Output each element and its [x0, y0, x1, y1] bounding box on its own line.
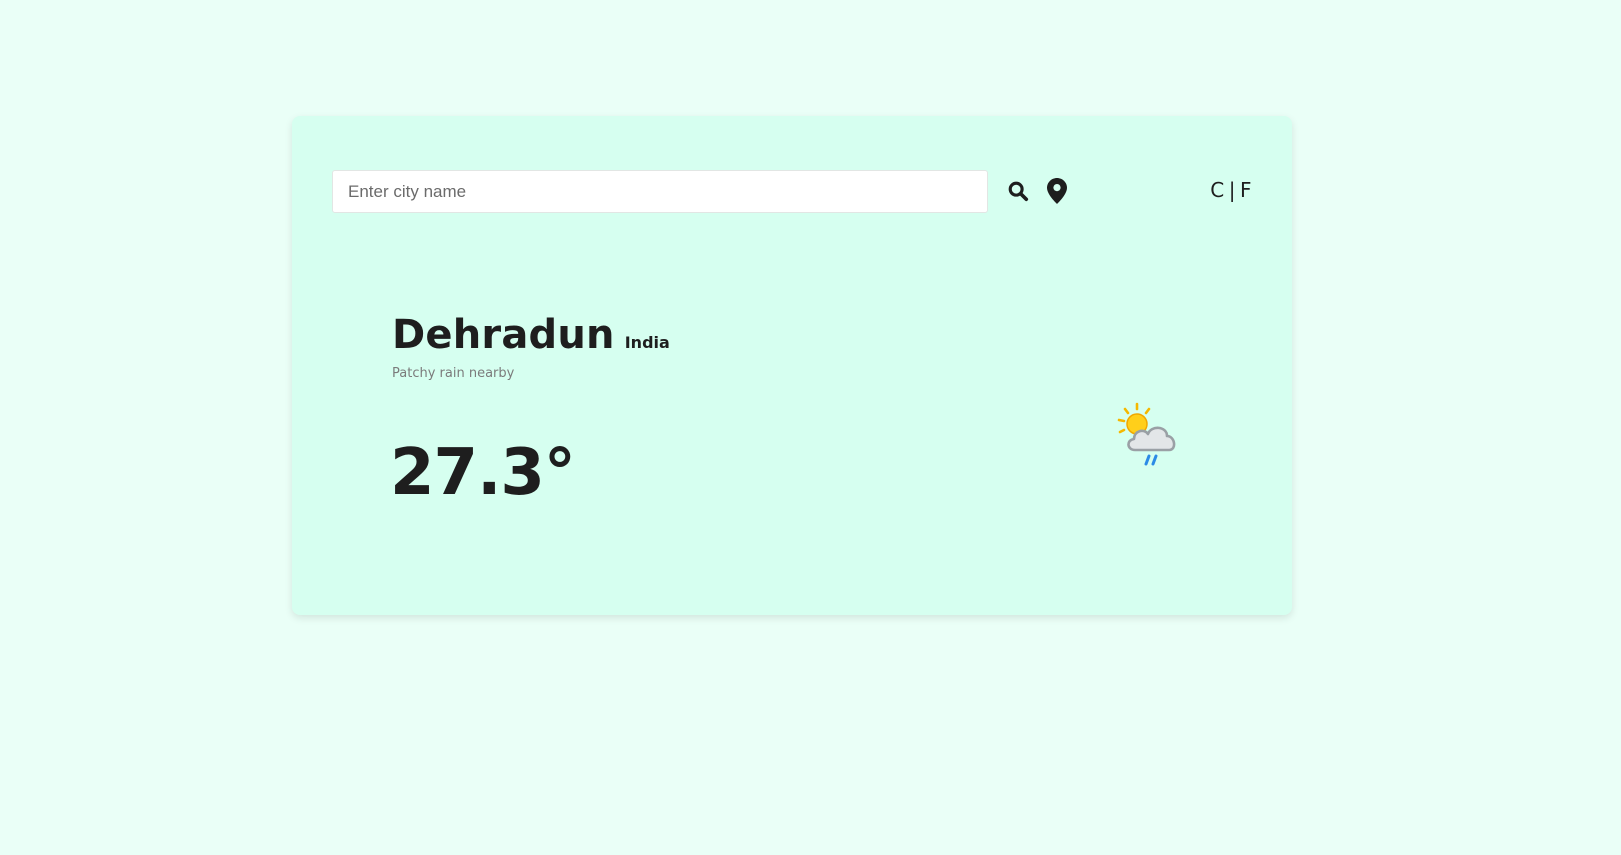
city-search-input[interactable]	[332, 170, 988, 213]
partly-sunny-rain-icon	[1117, 402, 1176, 466]
fahrenheit-option[interactable]: F	[1240, 178, 1252, 202]
location-heading: Dehradun India	[392, 312, 670, 358]
map-pin-icon	[1047, 178, 1067, 204]
city-name: Dehradun	[392, 312, 615, 358]
current-location-button[interactable]	[1042, 176, 1072, 206]
temperature-value: 27.3°	[390, 436, 576, 510]
weather-card: C|F Dehradun India Patchy rain nearby 27…	[292, 116, 1292, 615]
country-name: India	[624, 333, 670, 352]
celsius-option[interactable]: C	[1210, 178, 1224, 202]
weather-condition: Patchy rain nearby	[392, 366, 515, 381]
unit-toggle: C | F	[1210, 178, 1252, 202]
unit-separator: |	[1228, 178, 1236, 202]
search-button[interactable]	[1003, 176, 1033, 206]
search-icon	[1008, 181, 1029, 202]
